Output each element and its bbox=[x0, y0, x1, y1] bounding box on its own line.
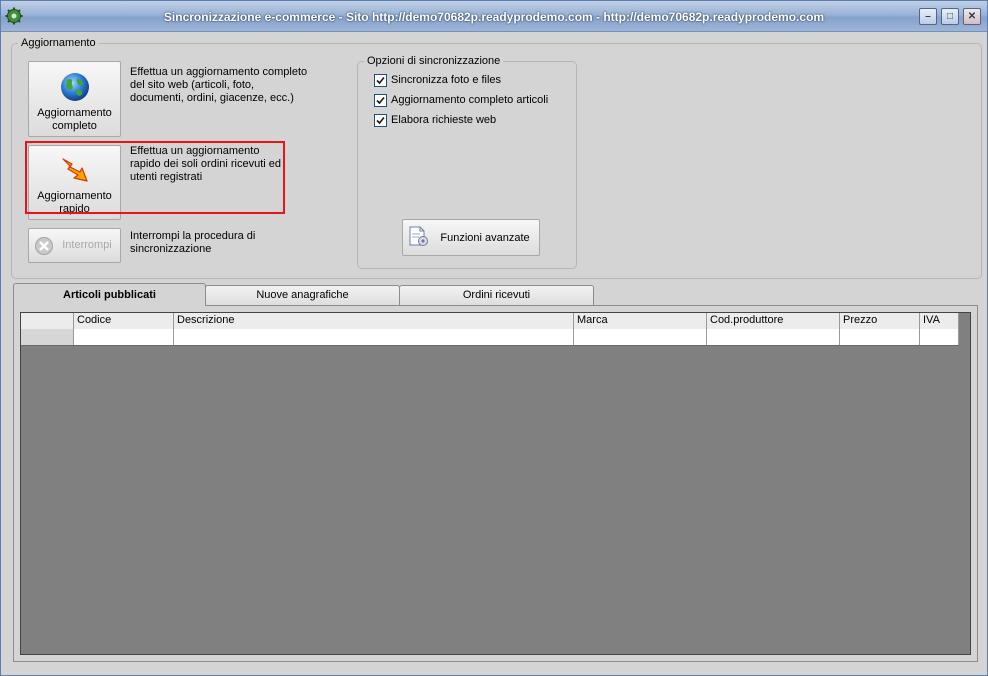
interrompi-label: Interrompi bbox=[62, 239, 112, 251]
tab-ordini-ricevuti[interactable]: Ordini ricevuti bbox=[399, 285, 594, 305]
funzioni-avanzate-label: Funzioni avanzate bbox=[440, 232, 530, 244]
articoli-grid[interactable]: Codice Descrizione Marca Cod.produttore … bbox=[20, 312, 971, 655]
cell-cod-produttore[interactable] bbox=[707, 329, 840, 345]
opzioni-group: Opzioni di sincronizzazione Sincronizza … bbox=[357, 55, 577, 269]
interrompi-description: Interrompi la procedura di sincronizzazi… bbox=[130, 230, 256, 255]
table-row[interactable] bbox=[21, 329, 959, 346]
aggiornamento-completo-button[interactable]: Aggiornamento completo bbox=[28, 61, 121, 137]
articoli-tab-page: Codice Descrizione Marca Cod.produttore … bbox=[13, 305, 978, 662]
checkmark-icon bbox=[376, 76, 385, 85]
minimize-icon: – bbox=[925, 11, 931, 22]
option-label: Aggiornamento completo articoli bbox=[391, 94, 549, 106]
cell-codice[interactable] bbox=[74, 329, 174, 345]
option-label: Elabora richieste web bbox=[391, 114, 497, 126]
aggiornamento-completo-description: Effettua un aggiornamento completo del s… bbox=[130, 66, 308, 104]
cell-iva[interactable] bbox=[920, 329, 959, 345]
stop-icon bbox=[35, 237, 53, 255]
close-button[interactable]: ✕ bbox=[963, 8, 981, 25]
main-window: Sincronizzazione e-commerce - Sito http:… bbox=[0, 0, 988, 676]
tab-label: Ordini ricevuti bbox=[462, 289, 531, 301]
column-header-cod-produttore[interactable]: Cod.produttore bbox=[707, 313, 840, 329]
cell-marca[interactable] bbox=[574, 329, 707, 345]
row-indicator[interactable] bbox=[21, 329, 74, 345]
maximize-button[interactable]: □ bbox=[941, 8, 959, 25]
column-header-marca[interactable]: Marca bbox=[574, 313, 707, 329]
grid-header: Codice Descrizione Marca Cod.produttore … bbox=[21, 313, 959, 330]
opzioni-group-label: Opzioni di sincronizzazione bbox=[364, 55, 504, 67]
column-header-codice[interactable]: Codice bbox=[74, 313, 174, 329]
aggiornamento-group: Aggiornamento Aggiornamento completo Eff… bbox=[11, 37, 982, 279]
tab-label: Nuove anagrafiche bbox=[256, 289, 349, 301]
tab-nuove-anagrafiche[interactable]: Nuove anagrafiche bbox=[205, 285, 400, 305]
rapido-highlight-box bbox=[25, 141, 285, 214]
checkmark-icon bbox=[376, 96, 385, 105]
tab-articoli-pubblicati[interactable]: Articoli pubblicati bbox=[13, 283, 206, 306]
maximize-icon: □ bbox=[946, 11, 954, 22]
column-header-descrizione[interactable]: Descrizione bbox=[174, 313, 574, 329]
grid-corner bbox=[21, 313, 74, 329]
checkbox-box[interactable] bbox=[374, 114, 387, 127]
document-gear-icon bbox=[409, 226, 428, 246]
client-area: Aggiornamento Aggiornamento completo Eff… bbox=[5, 32, 983, 672]
checkbox-box[interactable] bbox=[374, 74, 387, 87]
globe-icon bbox=[61, 73, 89, 101]
title-bar[interactable]: Sincronizzazione e-commerce - Sito http:… bbox=[1, 1, 987, 32]
checkbox-box[interactable] bbox=[374, 94, 387, 107]
cell-prezzo[interactable] bbox=[840, 329, 920, 345]
column-header-iva[interactable]: IVA bbox=[920, 313, 959, 329]
aggiornamento-completo-label: Aggiornamento completo bbox=[37, 107, 112, 132]
aggiornamento-group-label: Aggiornamento bbox=[18, 37, 99, 49]
checkmark-icon bbox=[376, 116, 385, 125]
tab-label: Articoli pubblicati bbox=[63, 289, 156, 301]
funzioni-avanzate-button[interactable]: Funzioni avanzate bbox=[402, 219, 540, 256]
close-icon: ✕ bbox=[967, 11, 977, 22]
minimize-button[interactable]: – bbox=[919, 8, 937, 25]
option-label: Sincronizza foto e files bbox=[391, 74, 502, 86]
cell-descrizione[interactable] bbox=[174, 329, 574, 345]
window-title: Sincronizzazione e-commerce - Sito http:… bbox=[163, 10, 825, 24]
interrompi-button[interactable]: Interrompi bbox=[28, 228, 121, 263]
column-header-prezzo[interactable]: Prezzo bbox=[840, 313, 920, 329]
